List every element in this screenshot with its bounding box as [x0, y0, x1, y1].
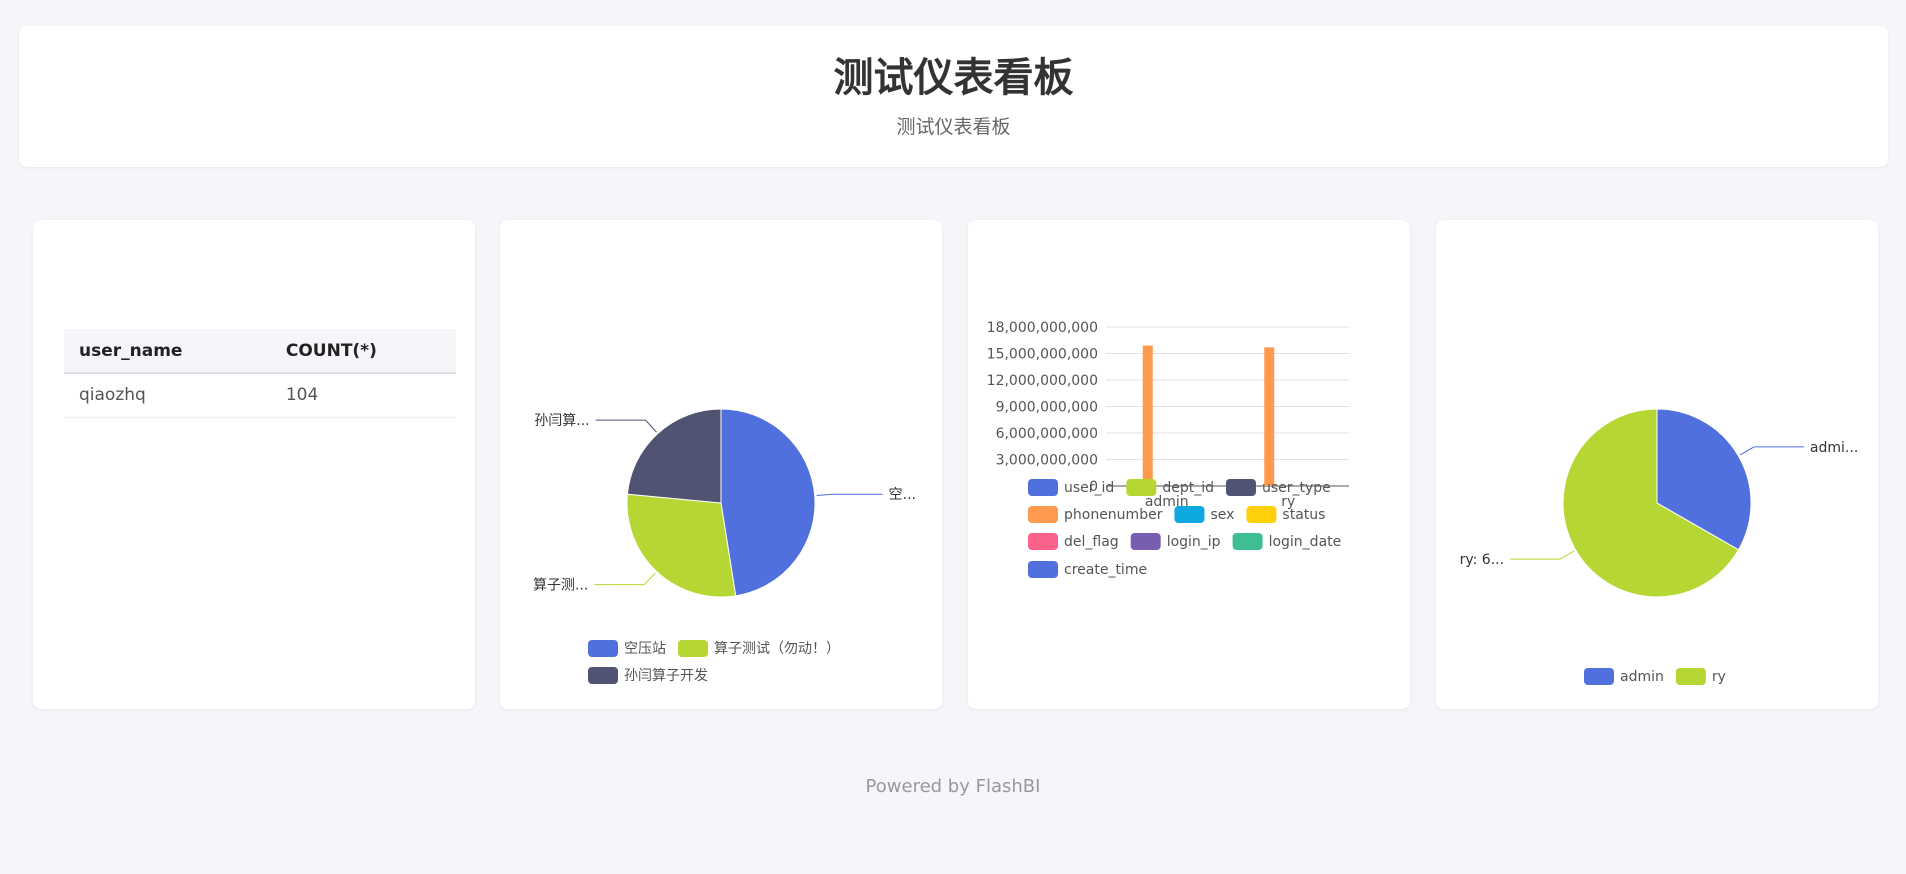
label-line [816, 493, 883, 496]
legend-item[interactable]: sex [1210, 507, 1234, 523]
bar-chart: 03,000,000,0006,000,000,0009,000,000,000… [987, 320, 1349, 578]
dashboard-header: 测试仪表看板 测试仪表看板 [19, 26, 1888, 167]
slice-label: 空... [889, 487, 916, 503]
legend-swatch [1675, 668, 1706, 685]
table-row: qiaozhq 104 [64, 373, 456, 418]
bar-chart-card: 0 3,000,000,000 6,000,000,000 9,000,000,000… [968, 220, 1410, 709]
legend-swatch [1028, 506, 1058, 523]
legend-item[interactable]: 算子测试（勿动！） [714, 641, 840, 657]
table-cell: 104 [270, 373, 456, 418]
legend-swatch [1232, 533, 1263, 550]
legend-item[interactable]: create_time [1064, 562, 1147, 578]
legend-swatch [1028, 479, 1058, 496]
bar[interactable] [1264, 347, 1275, 486]
legend-item[interactable]: status [1282, 507, 1325, 523]
bar[interactable] [1142, 345, 1153, 486]
legend-item[interactable]: 孙闫算子开发 [624, 668, 708, 684]
footer-text: Powered by FlashBI [865, 776, 1041, 797]
legend-item[interactable]: ry [1712, 669, 1726, 685]
label-line [595, 419, 657, 433]
legend-swatch [1246, 506, 1277, 523]
table-card: user_name COUNT(*) qiaozhq 104 [33, 220, 475, 709]
pie-chart-1: 空... 算子测... 孙闫算... 空压站 算子测试（勿动！） 孙闫算子开发 [533, 408, 916, 684]
y-tick-label: 6,000,000,000 [996, 426, 1098, 442]
pie-slice[interactable] [626, 493, 737, 598]
page-title: 测试仪表看板 [833, 55, 1074, 101]
legend-swatch [1225, 479, 1256, 496]
legend-swatch [1174, 506, 1205, 523]
legend-item[interactable]: dept_id [1162, 480, 1214, 496]
legend-item[interactable]: admin [1620, 669, 1664, 685]
pie-chart-2: admi... ry: 6... admin ry [1460, 408, 1858, 685]
y-tick-label: 15,000,000,000 [987, 347, 1098, 363]
label-line [1739, 446, 1804, 456]
pie-slice[interactable] [720, 408, 816, 597]
data-table: user_name COUNT(*) qiaozhq 104 [64, 329, 456, 418]
y-tick-label: 18,000,000,000 [987, 320, 1098, 336]
legend-swatch [678, 640, 708, 657]
page-subtitle: 测试仪表看板 [896, 116, 1011, 138]
legend-item[interactable]: login_ip [1167, 534, 1221, 550]
pie-slice[interactable] [626, 408, 722, 504]
legend-item[interactable]: login_date [1269, 534, 1342, 550]
y-tick-label: 12,000,000,000 [987, 373, 1098, 389]
y-tick-label: 9,000,000,000 [996, 400, 1098, 416]
slice-label: admi... [1810, 440, 1858, 456]
pie-chart-card-2: admi... ry: 6... admin ry [1436, 220, 1878, 709]
legend-item[interactable]: user_type [1262, 480, 1331, 496]
legend-swatch [1130, 533, 1161, 550]
slice-label: 算子测... [533, 578, 588, 594]
legend-item[interactable]: 空压站 [624, 641, 666, 657]
legend-swatch [1126, 479, 1157, 496]
pie-chart-card-1: 空... 算子测... 孙闫算... 空压站 算子测试（勿动！） 孙闫算子开发 [500, 220, 942, 709]
column-header[interactable]: COUNT(*) [270, 329, 456, 374]
slice-label: ry: 6... [1460, 552, 1504, 568]
legend-swatch [1584, 668, 1614, 685]
legend-item[interactable]: user_id [1064, 480, 1114, 496]
legend-item[interactable]: phonenumber [1064, 507, 1163, 523]
y-tick-label: 3,000,000,000 [996, 453, 1098, 469]
legend-swatch [588, 640, 618, 657]
legend-swatch [588, 667, 618, 684]
legend-item[interactable]: del_flag [1064, 534, 1119, 550]
legend-swatch [1028, 561, 1058, 578]
legend-swatch [1028, 533, 1058, 550]
label-line [594, 572, 656, 586]
label-line [1510, 550, 1575, 560]
column-header[interactable]: user_name [64, 329, 271, 374]
slice-label: 孙闫算... [534, 413, 589, 429]
table-cell: qiaozhq [64, 373, 271, 418]
